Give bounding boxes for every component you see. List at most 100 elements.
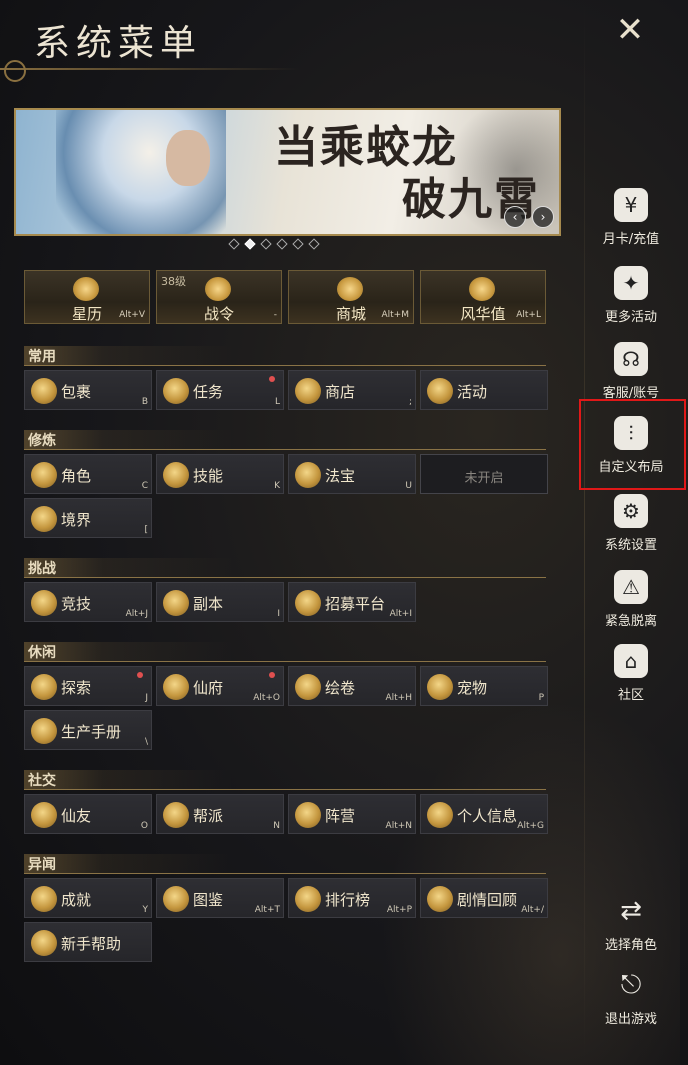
banner-slogan-line2: 破九霄: [402, 174, 540, 225]
sidebar-item-label: 更多活动: [604, 310, 657, 325]
menu-button[interactable]: 法宝 U: [288, 454, 416, 494]
menu-button[interactable]: 个人信息 Alt+G: [420, 794, 548, 834]
menu-button[interactable]: 仙府 Alt+O: [156, 666, 284, 706]
banner-prev-arrow-icon[interactable]: ‹: [504, 206, 526, 228]
banner-pagination: [228, 238, 320, 250]
sidebar-item[interactable]: ⎋ 退出游戏: [588, 968, 674, 1027]
hotkey-label: Alt+J: [125, 609, 148, 619]
feature-tile-1[interactable]: 38级 战令 -: [156, 270, 282, 324]
menu-button[interactable]: 竞技 Alt+J: [24, 582, 152, 622]
banner-slogan-line1: 当乘蛟龙: [274, 122, 458, 173]
recruit-icon: [295, 590, 321, 616]
hotkey-label: Alt+/: [521, 905, 544, 915]
menu-button[interactable]: 仙友 O: [24, 794, 152, 834]
hotkey-label: O: [140, 821, 148, 831]
banner-page-dot[interactable]: [292, 238, 304, 250]
menu-button-label: 剧情回顾: [457, 891, 518, 909]
hotkey-label: Alt+P: [386, 905, 412, 915]
hotkey-label: K: [274, 481, 280, 491]
menu-button[interactable]: 绘卷 Alt+H: [288, 666, 416, 706]
banner-page-dot[interactable]: [228, 238, 240, 250]
feature-tile-0[interactable]: 星历 Alt+V: [24, 270, 150, 324]
menu-button-label: 任务: [193, 383, 224, 401]
menu-button-label: 帮派: [193, 807, 224, 825]
settings-gear-icon: ⚙: [614, 494, 648, 528]
sidebar-item[interactable]: ⚠ 紧急脱离: [588, 570, 674, 629]
menu-button[interactable]: 阵营 Alt+N: [288, 794, 416, 834]
bag-icon: [31, 378, 57, 404]
menu-button-label: 个人信息: [457, 807, 518, 825]
section-title: 异闻: [24, 854, 546, 874]
page-title: 系统菜单: [34, 23, 203, 64]
menu-button-label: 未开启: [464, 471, 504, 486]
hotkey-label: Alt+V: [119, 310, 145, 320]
hotkey-label: Y: [142, 905, 149, 915]
menu-button[interactable]: 图鉴 Alt+T: [156, 878, 284, 918]
friends-icon: [31, 802, 57, 828]
banner-page-dot[interactable]: [260, 238, 272, 250]
menu-button[interactable]: 排行榜 Alt+P: [288, 878, 416, 918]
sidebar-item[interactable]: ✦ 更多活动: [588, 266, 674, 325]
hotkey-label: Alt+N: [385, 821, 412, 831]
banner-page-dot[interactable]: [244, 238, 256, 250]
sidebar-item[interactable]: ⌂ 社区: [588, 644, 674, 703]
sidebar-item[interactable]: ⇄ 选择角色: [588, 894, 674, 953]
menu-button[interactable]: 角色 C: [24, 454, 152, 494]
section-title: 修炼: [24, 430, 546, 450]
menu-button[interactable]: 副本 I: [156, 582, 284, 622]
switch-character-icon: ⇄: [620, 896, 642, 926]
menu-button[interactable]: 境界 [: [24, 498, 152, 538]
menu-button[interactable]: 任务 L: [156, 370, 284, 410]
notification-dot: [269, 376, 275, 382]
menu-button-label: 阵营: [325, 807, 356, 825]
promo-banner[interactable]: 当乘蛟龙 破九霄 ‹ ›: [14, 108, 561, 236]
menu-button-label: 招募平台: [325, 595, 386, 613]
menu-button-label: 商店: [325, 383, 356, 401]
menu-button[interactable]: 包裹 B: [24, 370, 152, 410]
menu-button-label: 角色: [61, 467, 92, 485]
arena-icon: [31, 590, 57, 616]
hotkey-label: P: [538, 693, 544, 703]
menu-button[interactable]: 剧情回顾 Alt+/: [420, 878, 548, 918]
banner-next-arrow-icon[interactable]: ›: [532, 206, 554, 228]
menu-button[interactable]: 成就 Y: [24, 878, 152, 918]
menu-button[interactable]: 技能 K: [156, 454, 284, 494]
menu-button-label: 生产手册: [61, 723, 122, 741]
menu-button[interactable]: 探索 J: [24, 666, 152, 706]
menu-button[interactable]: 招募平台 Alt+I: [288, 582, 416, 622]
exit-door-icon: ⎋: [620, 970, 642, 1000]
community-home-icon: ⌂: [614, 644, 648, 678]
hotkey-label: \: [144, 737, 148, 747]
hotkey-label: U: [405, 481, 412, 491]
battle-pass-icon: [205, 277, 231, 301]
sidebar-item[interactable]: ⚙ 系统设置: [588, 494, 674, 553]
feature-tile-2[interactable]: 商城 Alt+M: [288, 270, 414, 324]
banner-page-dot[interactable]: [276, 238, 288, 250]
hotkey-label: ;: [408, 397, 412, 407]
monthly-card-icon: ¥: [614, 188, 648, 222]
menu-button[interactable]: 新手帮助: [24, 922, 152, 962]
close-icon[interactable]: ✕: [612, 12, 648, 48]
menu-button-label: 绘卷: [325, 679, 356, 697]
banner-page-dot[interactable]: [308, 238, 320, 250]
menu-button-label: 宠物: [457, 679, 488, 697]
more-activities-icon: ✦: [614, 266, 648, 300]
menu-button[interactable]: 帮派 N: [156, 794, 284, 834]
sidebar-item[interactable]: ¥ 月卡/充值: [588, 188, 674, 247]
story-review-icon: [427, 886, 453, 912]
sidebar-item[interactable]: ☊ 客服/账号: [588, 342, 674, 401]
menu-button[interactable]: 商店;: [288, 370, 416, 410]
hotkey-label: Alt+G: [517, 821, 544, 831]
mall-icon: [337, 277, 363, 301]
sidebar-item-label: 月卡/充值: [602, 232, 660, 247]
notification-dot: [137, 672, 143, 678]
feature-tile-3[interactable]: 风华值 Alt+L: [420, 270, 546, 324]
menu-button[interactable]: 生产手册 \: [24, 710, 152, 750]
menu-button[interactable]: 宠物 P: [420, 666, 548, 706]
section-title: 常用: [24, 346, 546, 366]
hotkey-label: Alt+O: [253, 693, 280, 703]
explore-icon: [31, 674, 57, 700]
menu-button-label: 图鉴: [193, 891, 224, 909]
leaderboard-icon: [295, 886, 321, 912]
menu-button[interactable]: 活动: [420, 370, 548, 410]
